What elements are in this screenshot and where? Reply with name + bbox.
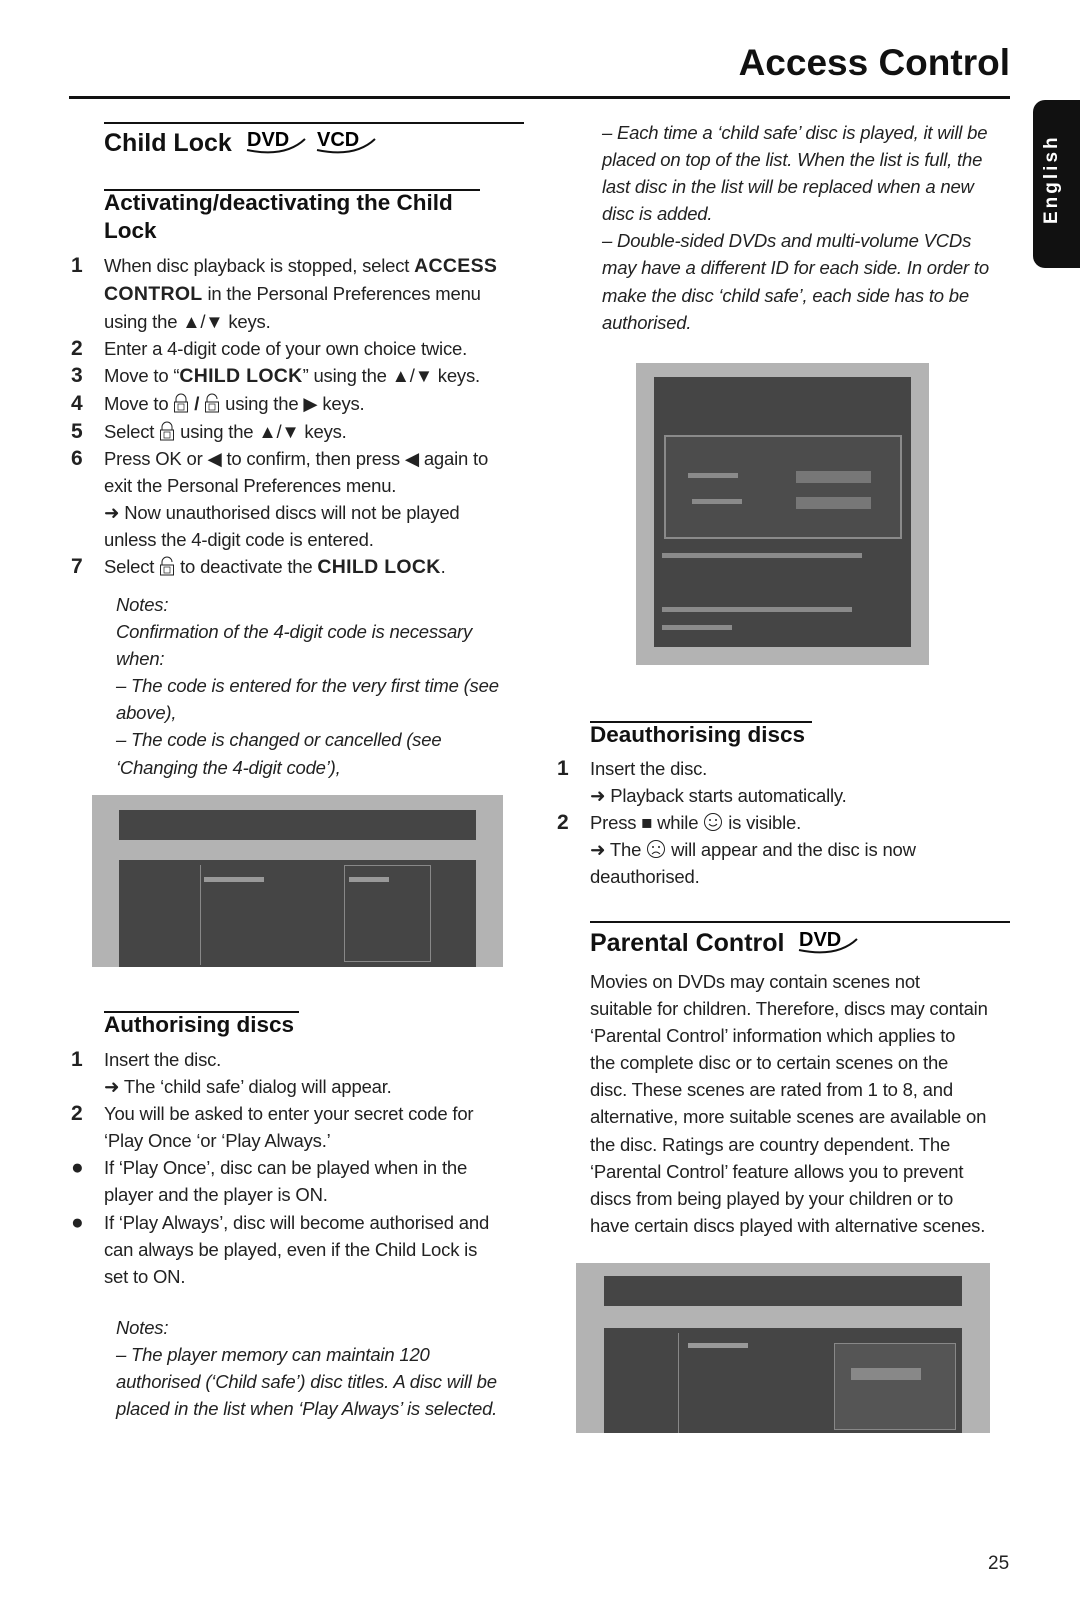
- divider: [590, 921, 1010, 923]
- dvd-vcd-logo: DVD VCD: [246, 129, 376, 154]
- parental-control-text: Movies on DVDs may contain scenes not sui…: [590, 971, 988, 1236]
- right-notes: – Each time a ‘child safe’ disc is playe…: [602, 122, 989, 333]
- page-number: 25: [988, 1553, 1010, 1574]
- smiley-sad-icon: [647, 840, 666, 859]
- authorising-steps: 1 Insert the disc. ➜ The ‘child safe’ dia…: [71, 1048, 490, 1287]
- menu-screenshot-parental: [576, 1263, 990, 1433]
- manual-page: Access Control English Child Lock DVD VCD…: [0, 0, 1080, 1618]
- smiley-happy-icon: [704, 813, 723, 832]
- header-rule: [69, 96, 1010, 99]
- child-lock-notes: Notes: Confirmation of the 4-digit code i…: [116, 594, 499, 778]
- svg-text:DVD: DVD: [799, 929, 841, 951]
- divider: [104, 122, 524, 124]
- lock-open-icon: [205, 394, 220, 413]
- authorising-heading: Authorising discs: [104, 1012, 295, 1037]
- language-tab: English: [1033, 100, 1080, 268]
- svg-text:DVD: DVD: [247, 129, 289, 151]
- deauthorising-steps: 1 Insert the disc. ➜ Playback starts auto…: [557, 757, 916, 888]
- menu-screenshot-child-lock: [92, 795, 503, 967]
- child-lock-heading: Child Lock DVD VCD: [104, 125, 385, 158]
- activating-heading: Activating/deactivating the Child Lock: [104, 190, 453, 243]
- lock-closed-icon: [174, 394, 189, 413]
- svg-text:VCD: VCD: [317, 129, 359, 151]
- child-safe-dialog-screenshot: [636, 363, 929, 665]
- lock-open-icon: [160, 556, 175, 576]
- parental-control-heading: Parental Control DVD: [590, 925, 867, 958]
- deauthorising-heading: Deauthorising discs: [590, 722, 806, 747]
- dvd-logo: DVD: [799, 929, 859, 954]
- lock-closed-icon: [160, 421, 175, 441]
- authorising-notes: Notes: – The player memory can maintain 1…: [116, 1317, 498, 1420]
- child-lock-steps: 1 When disc playback is stopped, select A…: [71, 254, 498, 579]
- page-title: Access Control: [738, 42, 1010, 83]
